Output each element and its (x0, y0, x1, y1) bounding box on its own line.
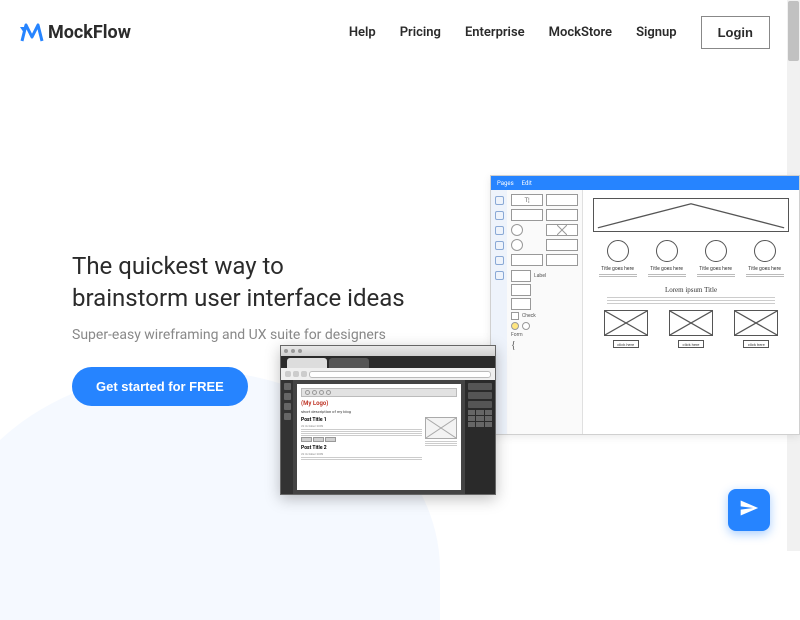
mockup-toolbar-edit: Edit (522, 180, 532, 187)
hero-title-line1: The quickest way to (72, 252, 284, 280)
mockup-toolbar-pages: Pages (497, 180, 514, 187)
hero-title-line2: brainstorm user interface ideas (72, 284, 405, 312)
mockup-page-preview: (My Logo) short description of my blog P… (297, 384, 461, 490)
nav-signup[interactable]: Signup (636, 25, 677, 40)
scrollbar-thumb[interactable] (788, 1, 799, 61)
paper-plane-icon (739, 498, 759, 522)
main-nav: Help Pricing Enterprise MockStore Signup… (349, 16, 770, 49)
mockflow-logo-icon (20, 23, 44, 43)
logo[interactable]: MockFlow (20, 22, 131, 43)
logo-text: MockFlow (48, 22, 131, 43)
nav-enterprise[interactable]: Enterprise (465, 25, 525, 40)
mockup-titlebar (281, 346, 495, 356)
mockup-canvas: Title goes here Title goes here Title go… (583, 190, 799, 434)
hero-title: The quickest way to brainstorm user inte… (72, 250, 405, 315)
get-started-button[interactable]: Get started for FREE (72, 367, 248, 406)
nav-mockstore[interactable]: MockStore (549, 25, 612, 40)
mockup-browser-tabs (281, 356, 495, 368)
login-button[interactable]: Login (701, 16, 770, 49)
hero-subtitle: Super-easy wireframing and UX suite for … (72, 327, 405, 343)
mockup-left-toolbar (281, 380, 293, 494)
mockup-right-panel (465, 380, 495, 494)
mockup-wireframe-editor: Pages Edit T¦ Label Check Form { (490, 175, 800, 435)
chat-fab-button[interactable] (728, 489, 770, 531)
nav-pricing[interactable]: Pricing (400, 25, 441, 40)
mockup-toolbar: Pages Edit (491, 176, 799, 190)
mockup-shapes-panel: T¦ Label Check Form { (507, 190, 583, 434)
mockup-browser-window: (My Logo) short description of my blog P… (280, 345, 496, 495)
nav-help[interactable]: Help (349, 25, 376, 40)
mockup-address-bar (281, 368, 495, 380)
header: MockFlow Help Pricing Enterprise MockSto… (0, 0, 800, 65)
